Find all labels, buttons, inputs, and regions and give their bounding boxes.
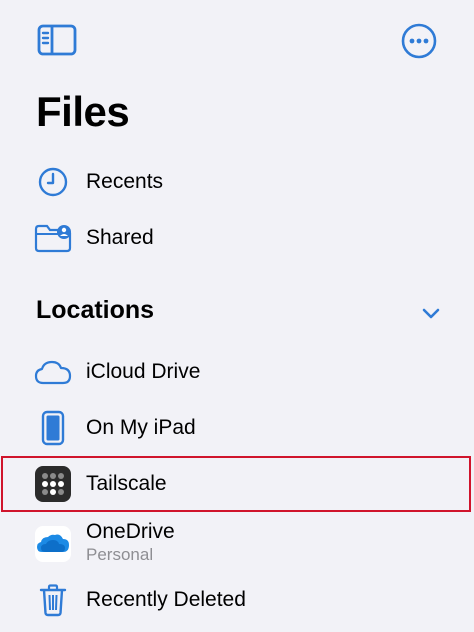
sidebar-item-label: iCloud Drive [86,360,201,383]
chevron-down-icon [422,308,440,319]
sidebar-icon [37,24,77,56]
sidebar-item-label: Recently Deleted [86,588,246,611]
sidebar-item-label: OneDrive [86,520,175,543]
sidebar-item-onedrive[interactable]: OneDrive Personal [0,514,474,574]
tailscale-icon [34,465,72,503]
sidebar-item-label: On My iPad [86,416,196,439]
sidebar-item-shared[interactable]: Shared [0,210,474,266]
collapse-locations-button[interactable] [418,302,444,324]
sidebar-item-recently-deleted[interactable]: Recently Deleted [0,572,474,628]
sidebar-item-recents[interactable]: Recents [0,154,474,210]
sidebar-toggle-button[interactable] [36,22,78,58]
more-options-button[interactable] [400,22,438,60]
page-title: Files [36,88,130,135]
clock-icon [34,163,72,201]
sidebar-item-tailscale[interactable]: Tailscale [0,456,474,512]
sidebar-item-label: Recents [86,170,164,193]
sidebar-item-icloud-drive[interactable]: iCloud Drive [0,344,474,400]
shared-folder-icon [34,219,72,257]
sidebar-item-label: Shared [86,226,154,249]
onedrive-icon [34,525,72,563]
trash-icon [34,581,72,619]
sidebar-item-on-my-ipad[interactable]: On My iPad [0,400,474,456]
sidebar-item-label: Tailscale [86,472,167,495]
ipad-icon [34,409,72,447]
sidebar-item-sublabel: Personal [86,545,154,564]
ellipsis-circle-icon [401,23,437,59]
cloud-icon [34,353,72,391]
locations-section-title: Locations [36,296,155,324]
